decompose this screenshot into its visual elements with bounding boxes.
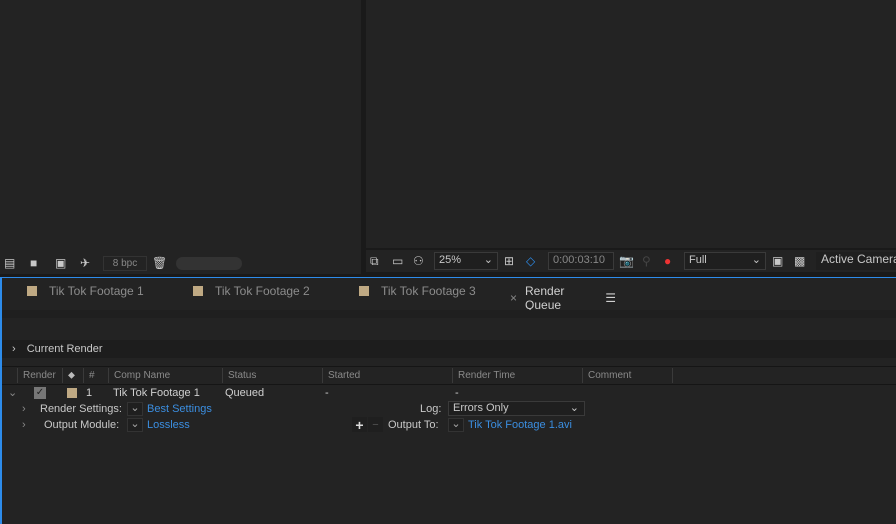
status: Queued [225, 387, 265, 399]
label-swatch [193, 286, 203, 296]
col-comment[interactable]: Comment [582, 368, 673, 383]
output-module-label: Output Module: [44, 419, 120, 431]
label-swatch[interactable] [67, 388, 77, 398]
render-checkbox[interactable]: ✓ [34, 387, 46, 399]
chevron-right-icon: › [12, 343, 16, 355]
output-module-row: › Output Module: ⌄ Lossless + − Output T… [2, 417, 896, 433]
region-of-interest-icon[interactable]: ⊞ [504, 253, 514, 269]
chevron-right-icon[interactable]: › [22, 401, 26, 417]
resolution-dropdown[interactable]: Full ⌄ [684, 252, 766, 270]
transparency-grid-icon[interactable]: ◇ [526, 253, 535, 269]
always-preview-icon[interactable]: ⧉ [370, 253, 379, 269]
channels-icon[interactable]: ● [664, 253, 671, 269]
toggle-transparency-icon[interactable]: ▩ [794, 253, 805, 269]
viewer-toolbar: ⧉ ▭ ⚇ 25% ⌄ ⊞ ◇ 0:00:03:10 📷 ⚲ ● Full ⌄ ▣ … [366, 250, 896, 272]
col-num[interactable]: # [83, 368, 108, 383]
camera-dropdown[interactable]: Active Camera [816, 252, 896, 270]
render-settings-dropdown-icon[interactable]: ⌄ [127, 402, 143, 416]
interpret-footage-icon[interactable]: ▤ [4, 255, 15, 271]
output-module-link[interactable]: Lossless [147, 417, 190, 433]
comp-name: Tik Tok Footage 1 [113, 387, 200, 399]
render-settings-row: › Render Settings: ⌄ Best Settings Log: … [2, 401, 896, 417]
tab-label: Tik Tok Footage 2 [215, 284, 310, 298]
tab-footage-1[interactable]: Tik Tok Footage 1 [27, 284, 144, 298]
tab-footage-2[interactable]: Tik Tok Footage 2 [193, 284, 310, 298]
zoom-dropdown[interactable]: 25% ⌄ [434, 252, 498, 270]
log-value: Errors Only [453, 402, 509, 414]
show-snapshot-icon[interactable]: ⚲ [642, 253, 651, 269]
current-render-label: Current Render [26, 343, 103, 355]
render-settings-link[interactable]: Best Settings [147, 401, 212, 417]
snapshot-icon[interactable]: 📷 [619, 253, 634, 269]
tab-label: Tik Tok Footage 3 [381, 284, 476, 298]
divider [2, 310, 896, 318]
tab-label: Render Queue [525, 284, 565, 312]
expand-chevron-icon[interactable]: ⌄ [8, 385, 17, 401]
panel-menu-icon[interactable]: ☰ [605, 291, 616, 305]
timecode[interactable]: 0:00:03:10 [548, 252, 614, 270]
composition-viewer [366, 0, 896, 248]
render-settings-label: Render Settings: [40, 403, 122, 415]
log-dropdown[interactable]: Errors Only ⌄ [448, 401, 585, 416]
table-row[interactable]: ⌄ ✓ 1 Tik Tok Footage 1 Queued - - [2, 385, 896, 401]
project-toolbar: ▤ ■ ▣ ✈ 8 bpc 🗑 [0, 252, 361, 274]
zoom-value: 25% [439, 254, 462, 266]
render-time: - [455, 387, 459, 399]
resolution-value: Full [689, 254, 707, 266]
output-to-link[interactable]: Tik Tok Footage 1.avi [468, 417, 572, 433]
current-render-bar[interactable]: › Current Render [2, 340, 896, 358]
output-to-dropdown-icon[interactable]: ⌄ [448, 418, 464, 432]
label-swatch [27, 286, 37, 296]
monitor-icon[interactable]: ▭ [392, 253, 403, 269]
col-render-time[interactable]: Render Time [452, 368, 582, 383]
remove-output-module-icon[interactable]: − [368, 417, 383, 432]
log-label: Log: [420, 403, 442, 415]
col-status[interactable]: Status [222, 368, 322, 383]
project-settings-icon[interactable]: ✈ [80, 255, 90, 271]
close-tab-icon[interactable]: × [510, 291, 517, 305]
started: - [325, 387, 329, 399]
col-started[interactable]: Started [322, 368, 452, 383]
tab-label: Tik Tok Footage 1 [49, 284, 144, 298]
new-folder-icon[interactable]: ■ [30, 255, 37, 271]
trash-icon[interactable]: 🗑 [152, 255, 167, 271]
chevron-right-icon[interactable]: › [22, 417, 26, 433]
label-swatch [359, 286, 369, 296]
tag-icon[interactable]: ⬥ [62, 368, 82, 383]
col-comp-name[interactable]: Comp Name [108, 368, 222, 383]
project-panel [0, 0, 361, 252]
output-module-dropdown-icon[interactable]: ⌄ [127, 418, 143, 432]
bpc-button[interactable]: 8 bpc [103, 256, 147, 271]
mask-icon[interactable]: ⚇ [413, 253, 424, 269]
item-number: 1 [86, 387, 93, 399]
fast-preview-icon[interactable]: ▣ [772, 253, 783, 269]
add-output-module-icon[interactable]: + [352, 417, 367, 433]
thumbnail-slider[interactable] [176, 257, 242, 270]
output-to-label: Output To: [388, 419, 439, 431]
new-composition-icon[interactable]: ▣ [55, 255, 66, 271]
col-render[interactable]: Render [17, 368, 62, 383]
tab-footage-3[interactable]: Tik Tok Footage 3 [359, 284, 476, 298]
